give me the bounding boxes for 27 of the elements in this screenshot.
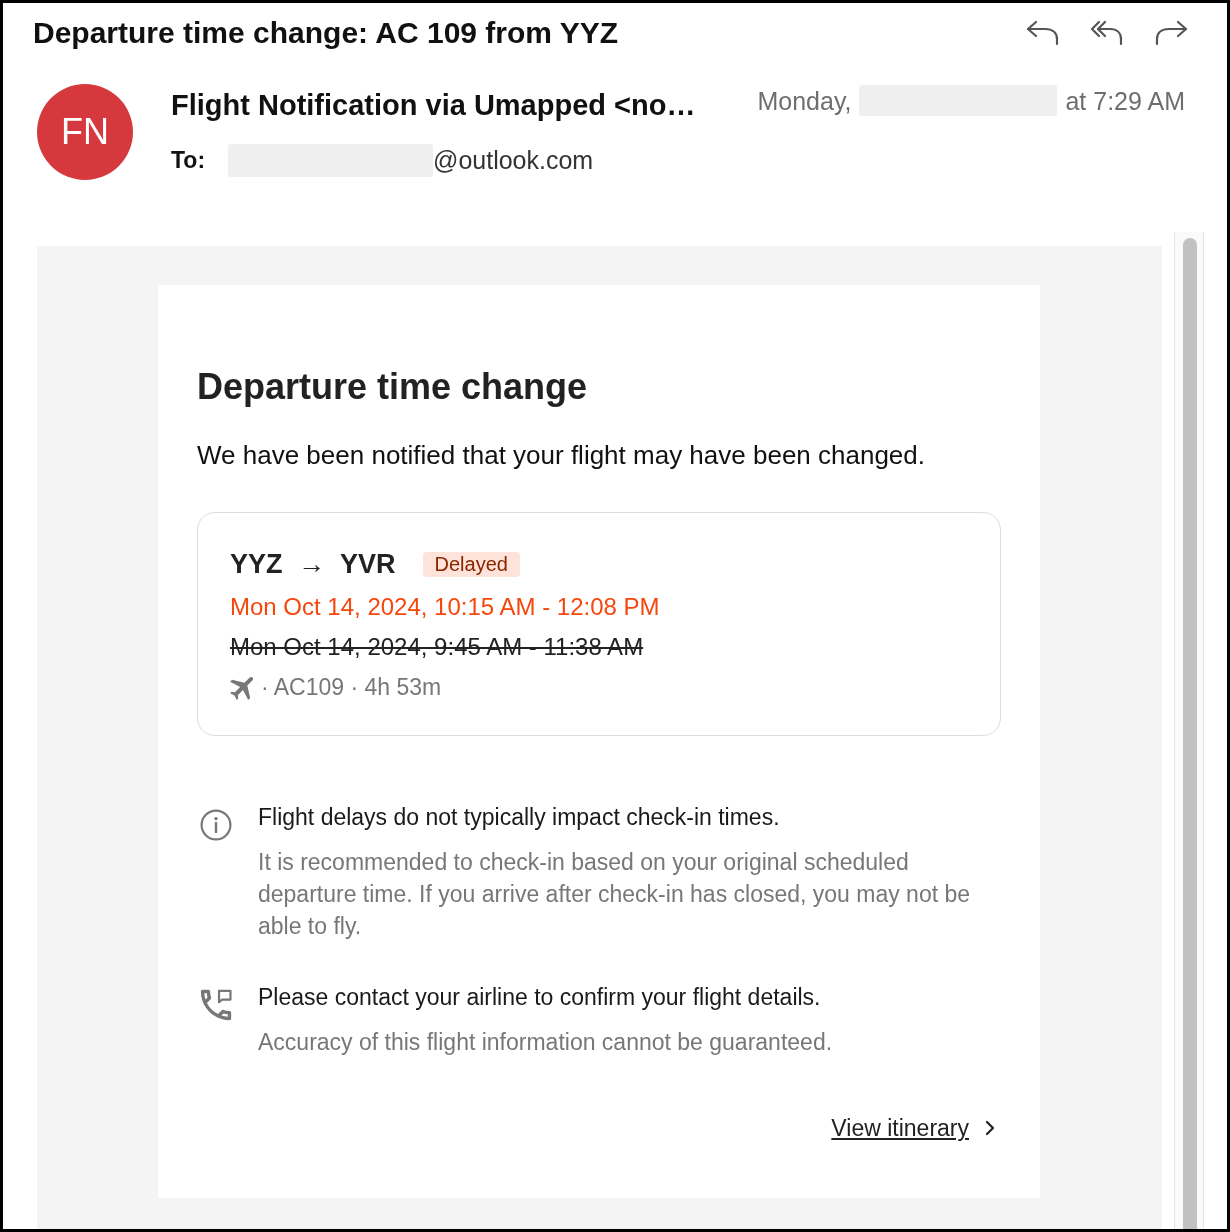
notice-title: Flight delays do not typically impact check-in times. [258,803,781,832]
status-badge: Delayed [422,551,520,577]
previous-flight-time: Mon Oct 14, 2024, 9:45 AM - 11:38 AM [230,633,644,660]
scrollbar-thumb[interactable] [1183,238,1197,1229]
sender-avatar: FN [37,84,133,180]
chevron-right-icon [985,1120,995,1136]
reply-all-icon[interactable] [1090,20,1124,46]
sender-name: Flight Notification via Umapped <no… [171,88,696,122]
message-heading: Departure time change [197,367,589,407]
notice-text: It is recommended to check-in based on your original scheduled departure time. If you arrive after check-in has closed, you may not be able to fly. [258,848,972,941]
email-subject: Departure time change: AC 109 from YYZ [33,15,619,51]
info-icon [200,809,232,841]
send-time: at 7:29 AM [1065,85,1185,116]
reply-icon[interactable] [1026,20,1060,46]
notice-text: Accuracy of this flight information cannot be guaranteed. [258,1028,834,1057]
flight-route: YYZ → YVR [230,548,396,580]
flight-details: · AC109 · 4h 53m [261,673,442,701]
notice-title: Please contact your airline to confirm your flight details. [258,983,822,1012]
new-flight-time: Mon Oct 14, 2024, 10:15 AM - 12:08 PM [230,593,660,620]
phone-message-icon [200,989,232,1021]
recipient-address: @outlook.com [433,145,594,175]
view-itinerary-link[interactable]: View itinerary [831,1112,995,1144]
forward-icon[interactable] [1154,20,1188,46]
message-intro: We have been notified that your flight may have been changed. [197,439,926,471]
recipient-label: To: [171,146,207,174]
date-weekday: Monday, [757,85,852,116]
scrollbar-track[interactable] [1174,232,1204,1229]
